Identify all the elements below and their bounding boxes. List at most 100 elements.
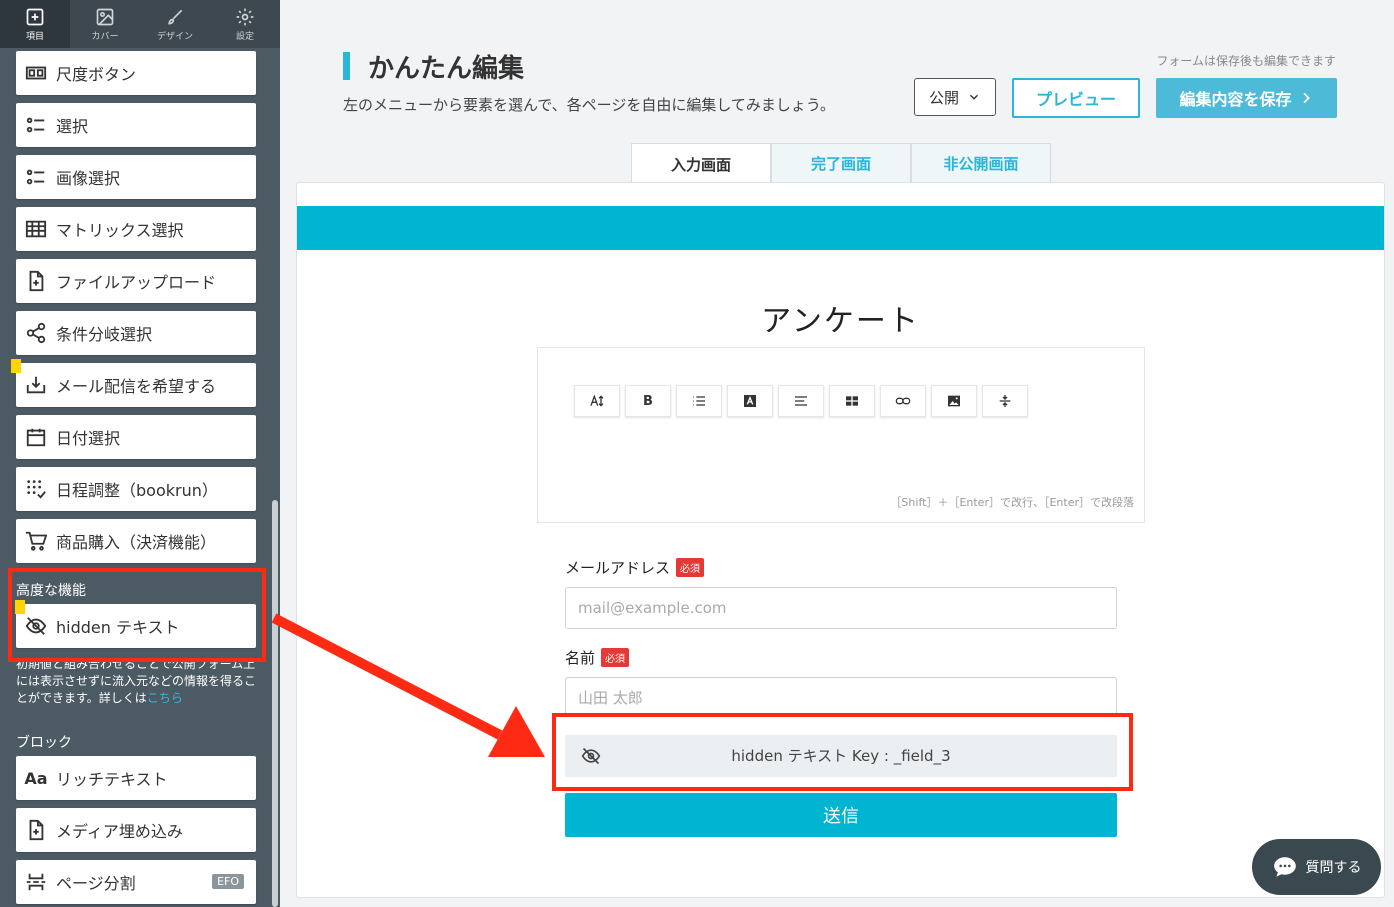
sidebar-item-label: マトリックス選択 [56, 221, 184, 240]
link-button[interactable] [880, 385, 926, 417]
sidebar-item-label: リッチテキスト [56, 770, 168, 789]
sidebar: 項目 カバー デザイン 設定 尺度ボタン 選択 画像選択 マトリックス選択 ファ… [0, 0, 280, 907]
editor-hint: ［Shift］＋［Enter］で改行、［Enter］で改段落 [890, 496, 1134, 509]
submit-button[interactable]: 送信 [565, 793, 1117, 837]
sidebar-item-matrix[interactable]: マトリックス選択 [16, 207, 256, 251]
sidebar-item-label: 尺度ボタン [56, 65, 137, 84]
tab-settings[interactable]: 設定 [210, 0, 280, 48]
sidebar-item-mail-optin[interactable]: メール配信を希望する [16, 363, 256, 407]
sidebar-item-page-break[interactable]: ページ分割 EFO [16, 860, 256, 904]
block-heading: ブロック [16, 735, 72, 751]
tab-complete-screen[interactable]: 完了画面 [771, 143, 911, 183]
tab-items[interactable]: 項目 [0, 0, 70, 48]
image-icon [948, 395, 960, 407]
sidebar-item-label: 商品購入（決済機能） [56, 533, 217, 552]
bold-button[interactable]: B [625, 385, 671, 417]
sidebar-tabs: 項目 カバー デザイン 設定 [0, 0, 280, 48]
gear-icon [236, 8, 254, 25]
hidden-description: 初期値と組み合わせることで公開フォーム上には表示させずに流入元などの情報を得るこ… [16, 656, 260, 707]
name-label-text: 名前 [565, 649, 596, 667]
list-icon [24, 113, 48, 137]
tab-design[interactable]: デザイン [140, 0, 210, 48]
sidebar-item-file-upload[interactable]: ファイルアップロード [16, 259, 256, 303]
yellow-marker [11, 359, 21, 373]
tab-settings-label: 設定 [235, 31, 254, 42]
sidebar-item-label: 条件分岐選択 [56, 325, 153, 344]
align-left-icon [795, 396, 807, 406]
table-icon [24, 217, 48, 241]
tab-items-label: 項目 [25, 31, 44, 42]
text-aa-icon: Aa [24, 768, 48, 788]
table-button[interactable] [829, 385, 875, 417]
email-field[interactable]: mail@example.com [565, 587, 1117, 629]
calendar-icon [24, 425, 48, 449]
sidebar-item-select[interactable]: 選択 [16, 103, 256, 147]
efo-badge: EFO [212, 874, 244, 889]
image-button[interactable] [931, 385, 977, 417]
save-note: フォームは保存後も編集できます [1156, 54, 1336, 68]
visibility-select[interactable]: 公開 [914, 78, 996, 116]
font-size-button[interactable] [574, 385, 620, 417]
sidebar-item-schedule[interactable]: 日程調整（bookrun） [16, 467, 256, 511]
tab-cover[interactable]: カバー [70, 0, 140, 48]
divider-button[interactable] [982, 385, 1028, 417]
visibility-value: 公開 [928, 88, 959, 107]
highlight-box [552, 713, 1133, 791]
link-icon [895, 397, 911, 405]
title-accent [343, 52, 350, 80]
sidebar-item-date[interactable]: 日付選択 [16, 415, 256, 459]
bullet-list-button[interactable] [676, 385, 722, 417]
highlight-icon [744, 395, 756, 407]
sidebar-item-label: ファイルアップロード [56, 273, 217, 292]
image-icon [96, 8, 114, 25]
name-label: 名前 必須 [565, 647, 630, 668]
tab-input-screen[interactable]: 入力画面 [631, 143, 771, 184]
align-left-button[interactable] [778, 385, 824, 417]
sidebar-item-image-select[interactable]: 画像選択 [16, 155, 256, 199]
required-badge: 必須 [601, 648, 630, 667]
share-icon [24, 321, 48, 345]
sidebar-item-branch[interactable]: 条件分岐選択 [16, 311, 256, 355]
email-label: メールアドレス 必須 [565, 557, 705, 578]
sidebar-item-label: 日付選択 [56, 429, 121, 448]
sidebar-item-label: 画像選択 [56, 169, 121, 188]
tab-private-screen[interactable]: 非公開画面 [911, 143, 1051, 183]
tab-cover-label: カバー [91, 31, 119, 42]
sidebar-item-scale[interactable]: 尺度ボタン [16, 51, 256, 95]
form-header-banner[interactable] [297, 206, 1384, 250]
divider-icon [999, 395, 1011, 407]
preview-button[interactable]: プレビュー [1012, 78, 1140, 118]
chat-button[interactable]: 質問する [1252, 839, 1381, 895]
page-title: かんたん編集 [368, 54, 525, 84]
sidebar-scrollbar[interactable] [272, 500, 278, 907]
rich-text-editor[interactable]: B ［Shift］＋［Enter］で改行、［Enter］で改段落 [537, 347, 1145, 523]
save-label: 編集内容を保存 [1179, 90, 1292, 109]
sidebar-item-label: 日程調整（bookrun） [56, 481, 218, 500]
required-badge: 必須 [676, 558, 705, 577]
sidebar-item-label: メディア埋め込み [56, 822, 183, 841]
name-field[interactable]: 山田 太郎 [565, 677, 1117, 717]
sidebar-item-rich-text[interactable]: Aa リッチテキスト [16, 756, 256, 800]
highlight-button[interactable] [727, 385, 773, 417]
highlight-box [8, 568, 266, 662]
bold-icon: B [643, 393, 653, 409]
bullet-list-icon [693, 396, 705, 406]
tab-design-label: デザイン [156, 31, 193, 42]
file-plus-icon [24, 818, 48, 842]
inbox-download-icon [24, 373, 48, 397]
brush-icon [168, 9, 183, 25]
save-button[interactable]: 編集内容を保存 [1156, 78, 1337, 118]
email-label-text: メールアドレス [565, 559, 671, 577]
form-title[interactable]: アンケート [296, 296, 1385, 340]
font-size-icon [590, 394, 604, 407]
sidebar-item-media[interactable]: メディア埋め込み [16, 808, 256, 852]
scale-icon [24, 61, 48, 85]
plus-square-icon [26, 8, 44, 25]
table-icon [846, 396, 858, 406]
sidebar-item-purchase[interactable]: 商品購入（決済機能） [16, 519, 256, 563]
page-subtitle: 左のメニューから要素を選んで、各ページを自由に編集してみましょう。 [343, 96, 836, 114]
details-link[interactable]: こちら [147, 691, 183, 705]
cart-icon [24, 529, 48, 553]
sidebar-item-label: メール配信を希望する [56, 377, 217, 396]
chevron-down-icon [969, 94, 979, 100]
